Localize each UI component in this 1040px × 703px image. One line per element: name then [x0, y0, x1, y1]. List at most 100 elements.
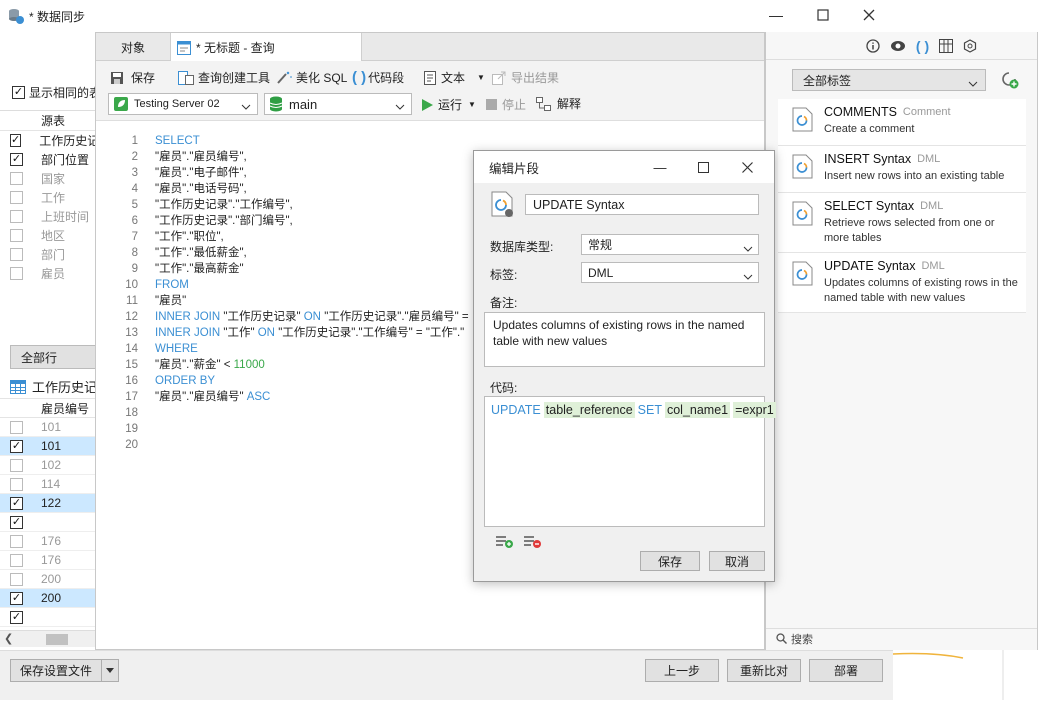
remark-textarea[interactable]: Updates columns of existing rows in the … — [484, 312, 765, 367]
chevron-down-icon[interactable]: ▼ — [477, 73, 485, 82]
code-token: ON — [257, 327, 279, 339]
previous-button[interactable]: 上一步 — [645, 659, 719, 682]
row-checkbox[interactable] — [10, 477, 23, 491]
all-rows-dropdown[interactable]: 全部行 — [10, 345, 96, 369]
table-row[interactable]: 176 — [0, 532, 96, 551]
table-row[interactable]: ✓ 122 — [0, 494, 96, 513]
table-row[interactable]: 200 — [0, 570, 96, 589]
row-checkbox[interactable] — [10, 553, 23, 567]
table-row[interactable]: ✓ 200 — [0, 589, 96, 608]
table-checkbox[interactable] — [10, 267, 23, 280]
table-row[interactable]: 176 — [0, 551, 96, 570]
source-table-row[interactable]: 上班时间 — [0, 207, 96, 226]
save-profile-button[interactable]: 保存设置文件 — [10, 659, 102, 682]
source-table-row[interactable]: 雇员 — [0, 264, 96, 283]
source-table-row[interactable]: 部门 — [0, 245, 96, 264]
snippet-name-input[interactable]: UPDATE Syntax — [525, 194, 759, 215]
scroll-left-icon[interactable]: ❮ — [4, 632, 13, 645]
snippet-item[interactable]: INSERT Syntax DML Insert new rows into an … — [778, 146, 1026, 193]
snippet-brackets-icon[interactable]: ( ) — [916, 38, 929, 54]
source-table-row[interactable]: 地区 — [0, 226, 96, 245]
table-row[interactable]: ✓ — [0, 608, 96, 627]
row-checkbox[interactable]: ✓ — [10, 515, 23, 529]
explain-button[interactable]: 解释 — [536, 95, 581, 112]
table-checkbox[interactable]: ✓ — [10, 153, 23, 166]
maximize-button[interactable] — [812, 4, 834, 26]
horizontal-scrollbar[interactable]: ❮ — [0, 630, 96, 647]
text-tool[interactable]: 文本 ▼ — [424, 69, 485, 86]
show-same-checkbox[interactable]: ✓ — [12, 86, 25, 99]
preview-eye-icon[interactable] — [890, 39, 906, 53]
row-checkbox[interactable]: ✓ — [10, 439, 23, 453]
snippet-tag: Comment — [902, 106, 951, 118]
snippet-search[interactable]: 搜索 — [766, 628, 1037, 648]
close-button[interactable] — [858, 4, 880, 26]
table-row[interactable]: 114 — [0, 475, 96, 494]
dialog-close-button[interactable] — [740, 160, 754, 174]
table-row[interactable]: 102 — [0, 456, 96, 475]
tab-objects[interactable]: 对象 — [96, 33, 170, 61]
minimize-button[interactable]: — — [766, 4, 786, 26]
code-placeholder[interactable]: table_reference — [543, 402, 635, 418]
snippet-item[interactable]: SELECT Syntax DML Retrieve rows selected f… — [778, 193, 1026, 253]
code-editor[interactable]: UPDATE table_reference SET col_name1 =expr1 — [484, 396, 776, 527]
scroll-thumb[interactable] — [46, 634, 68, 645]
show-same-tables-option[interactable]: ✓ 显示相同的表 — [12, 84, 101, 101]
table-checkbox[interactable] — [10, 248, 23, 261]
snippet-tag: DML — [921, 260, 945, 272]
table-row[interactable]: ✓ — [0, 513, 96, 532]
row-checkbox[interactable] — [10, 534, 23, 548]
code-placeholder[interactable]: col_name1 — [664, 402, 731, 418]
code-line: SELECT — [155, 133, 755, 149]
row-checkbox[interactable]: ✓ — [10, 496, 23, 510]
snippet-item[interactable]: COMMENTS Comment Create a comment — [778, 99, 1026, 146]
hexagon-settings-icon[interactable] — [963, 38, 977, 53]
table-row[interactable]: 101 — [0, 418, 96, 437]
row-checkbox[interactable] — [10, 572, 23, 586]
database-select[interactable]: main — [264, 93, 412, 115]
dialog-cancel-button[interactable]: 取消 — [709, 551, 765, 571]
snippet-file-icon — [490, 191, 516, 219]
recompare-button[interactable]: 重新比对 — [727, 659, 801, 682]
tag-select[interactable]: DML — [581, 262, 759, 283]
beautify-sql-tool[interactable]: 美化 SQL — [276, 69, 347, 86]
info-icon[interactable] — [866, 38, 880, 53]
source-table-row[interactable]: 工作 — [0, 188, 96, 207]
table-checkbox[interactable] — [10, 229, 23, 242]
source-table-row[interactable]: ✓ 工作历史记录 — [0, 131, 111, 150]
dialog-maximize-button[interactable] — [696, 160, 710, 174]
db-type-select[interactable]: 常规 — [581, 234, 759, 255]
add-placeholder-icon[interactable] — [494, 533, 514, 549]
save-tool[interactable]: 保存 — [110, 69, 155, 86]
row-checkbox[interactable] — [10, 458, 23, 472]
table-checkbox[interactable] — [10, 210, 23, 223]
table-checkbox[interactable] — [10, 172, 23, 185]
dialog-save-button[interactable]: 保存 — [640, 551, 700, 571]
snippet-icon: ( ) — [352, 69, 367, 86]
table-row[interactable]: ✓ 101 — [0, 437, 96, 456]
deploy-button[interactable]: 部署 — [809, 659, 883, 682]
snippet-item[interactable]: UPDATE Syntax DML Updates columns of exist… — [778, 253, 1026, 313]
connection-select[interactable]: Testing Server 02 — [108, 93, 258, 115]
tag-filter-select[interactable]: 全部标签 — [792, 69, 986, 91]
query-builder-tool[interactable]: 查询创建工具 — [178, 69, 270, 86]
grid-layout-icon[interactable] — [939, 38, 954, 53]
row-checkbox[interactable] — [10, 420, 23, 434]
source-table-row[interactable]: ✓ 部门位置 — [0, 150, 96, 169]
dialog-minimize-button[interactable]: — — [652, 159, 668, 175]
code-placeholder[interactable]: =expr1 — [733, 402, 776, 418]
line-number: 10 — [125, 279, 138, 291]
row-checkbox[interactable]: ✓ — [10, 591, 23, 605]
run-button[interactable]: 运行 ▼ — [422, 96, 476, 113]
snippet-tool[interactable]: ( ) 代码段 — [352, 69, 404, 86]
remove-placeholder-icon[interactable] — [522, 533, 542, 549]
add-snippet-icon[interactable] — [1000, 70, 1020, 90]
line-number: 18 — [125, 407, 138, 419]
table-checkbox[interactable] — [10, 191, 23, 204]
source-table-row[interactable]: 国家 — [0, 169, 96, 188]
tab-query[interactable]: * 无标题 - 查询 — [170, 33, 362, 62]
row-checkbox[interactable]: ✓ — [10, 610, 23, 624]
save-profile-dropdown[interactable] — [101, 659, 119, 682]
table-checkbox[interactable]: ✓ — [10, 134, 22, 147]
chevron-down-icon[interactable]: ▼ — [468, 100, 476, 109]
